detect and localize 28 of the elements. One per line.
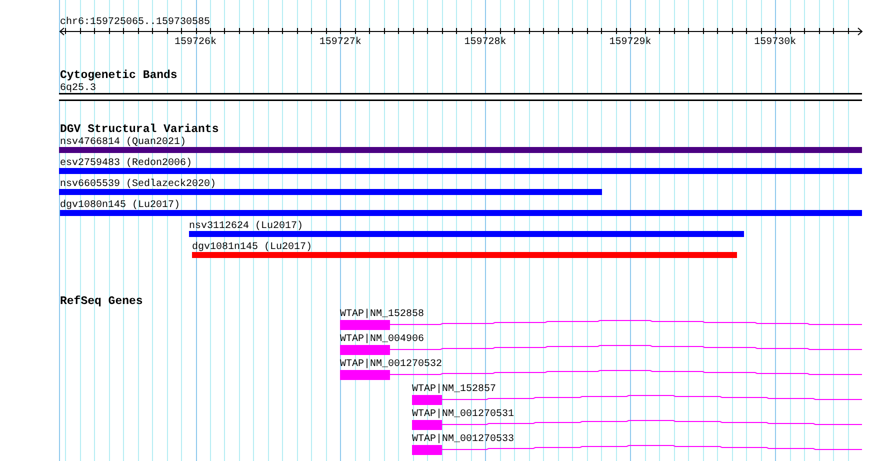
gene-model[interactable] [340, 345, 862, 355]
gene-label: WTAP|NM_001270531 [412, 409, 514, 420]
variant-label: esv2759483 (Redon2006) [60, 158, 192, 169]
gene-model[interactable] [412, 395, 862, 405]
gene-model[interactable] [340, 320, 862, 330]
gene-label: WTAP|NM_152858 [340, 309, 424, 320]
tick-label: 159729k [609, 37, 652, 48]
tick-label: 159726k [174, 37, 216, 48]
tick-label: 159727k [319, 37, 362, 48]
track-title: RefSeq Genes [60, 295, 143, 308]
variant-label: dgv1080n145 (Lu2017) [60, 200, 180, 211]
track-title: DGV Structural Variants [60, 123, 219, 136]
gene-label: WTAP|NM_004906 [340, 334, 424, 345]
tick-label: 159730k [754, 37, 796, 48]
variant-label: dgv1081n145 (Lu2017) [192, 242, 312, 253]
variant-label: nsv3112624 (Lu2017) [189, 221, 304, 232]
gene-model[interactable] [412, 445, 862, 455]
band-label: 6q25.3 [60, 83, 96, 94]
gene-label: WTAP|NM_152857 [412, 384, 496, 395]
region-label: chr6:159725065..159730585 [60, 17, 210, 28]
gene-label: WTAP|NM_001270532 [340, 359, 442, 370]
variant-label: nsv4766814 (Quan2021) [60, 137, 186, 148]
gene-model[interactable] [340, 370, 862, 380]
track-title: Cytogenetic Bands [60, 69, 178, 82]
gene-label: WTAP|NM_001270533 [412, 434, 514, 445]
tick-label: 159728k [464, 37, 506, 48]
variant-label: nsv6605539 (Sedlazeck2020) [60, 179, 216, 190]
gene-model[interactable] [412, 420, 862, 430]
